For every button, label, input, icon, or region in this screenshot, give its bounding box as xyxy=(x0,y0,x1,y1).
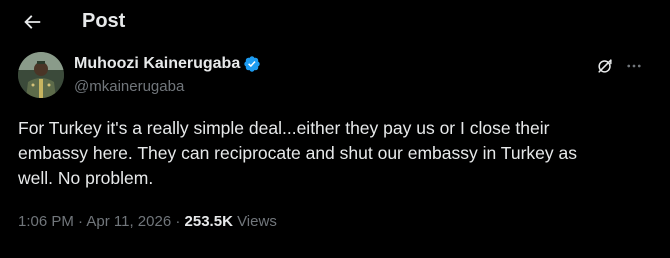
display-name-link[interactable]: Muhoozi Kainerugaba xyxy=(74,54,261,74)
views-count: 253.5K xyxy=(184,213,233,230)
author-handle[interactable]: @mkainerugaba xyxy=(74,77,184,97)
grok-button[interactable] xyxy=(593,54,617,78)
tweet-timestamp[interactable]: 1:06 PM · Apr 11, 2026 xyxy=(18,213,171,230)
back-button[interactable] xyxy=(18,8,46,36)
tweet-author: Muhoozi Kainerugaba @mkainerugaba xyxy=(18,52,658,100)
more-options-icon xyxy=(627,64,641,68)
meta-separator-2: · xyxy=(175,213,181,230)
meta-separator: · xyxy=(78,213,84,230)
tweet-text: For Turkey it's a really simple deal...e… xyxy=(18,118,577,188)
verified-badge-icon xyxy=(243,55,261,73)
tweet-time: 1:06 PM xyxy=(18,213,74,230)
top-bar: Post xyxy=(0,0,670,42)
avatar[interactable] xyxy=(18,52,64,98)
tweet-date: Apr 11, 2026 xyxy=(86,213,172,230)
page-title: Post xyxy=(82,10,126,32)
more-options-button[interactable] xyxy=(622,54,646,78)
tweet-meta: 1:06 PM · Apr 11, 2026 · 253.5K Views xyxy=(18,212,277,232)
views-label: Views xyxy=(237,213,277,230)
arrow-left-icon xyxy=(24,15,41,29)
display-name: Muhoozi Kainerugaba xyxy=(74,55,241,72)
grok-icon xyxy=(598,59,612,73)
avatar-image xyxy=(18,52,64,98)
